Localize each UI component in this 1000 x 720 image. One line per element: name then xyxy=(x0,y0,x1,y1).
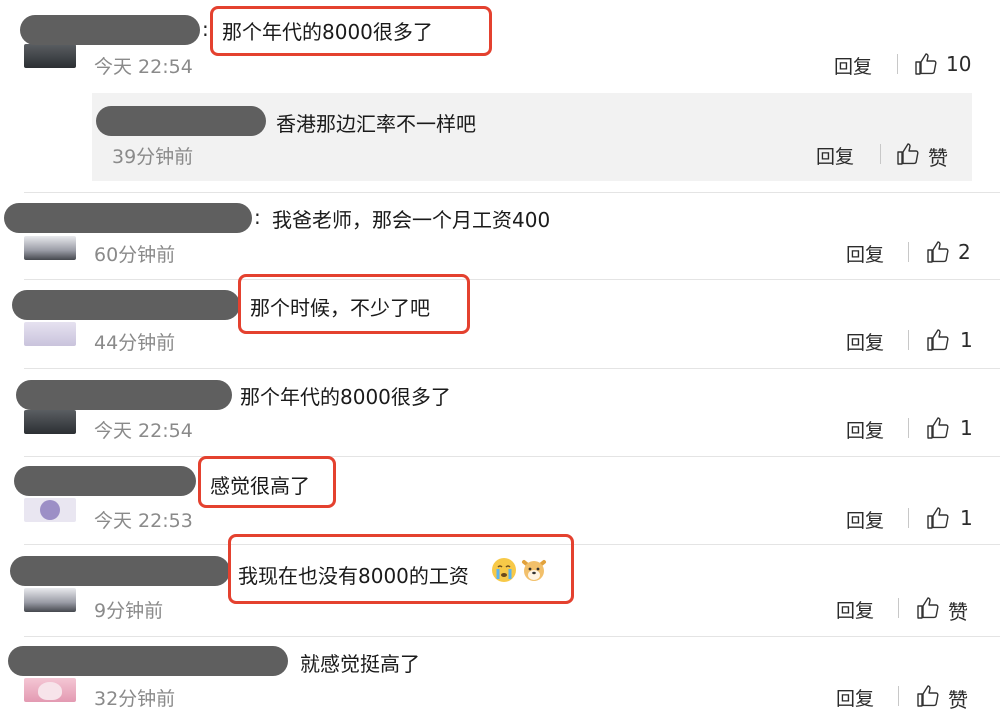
reply-button[interactable]: 回复 xyxy=(816,142,854,169)
name-colon: : xyxy=(254,205,261,229)
thumbs-up-icon[interactable] xyxy=(926,506,950,530)
thumbs-up-icon[interactable] xyxy=(926,416,950,440)
avatar[interactable] xyxy=(24,236,76,260)
highlight-box xyxy=(198,456,336,508)
comment-text: 那个年代的8000很多了 xyxy=(240,385,451,409)
highlight-box xyxy=(210,6,492,56)
username-redacted xyxy=(10,556,230,586)
comment-time: 39分钟前 xyxy=(112,146,194,168)
comment-text: 我爸老师，那会一个月工资400 xyxy=(272,208,551,232)
thumbs-up-icon[interactable] xyxy=(926,328,950,352)
username-redacted xyxy=(20,15,200,45)
like-label[interactable]: 赞 xyxy=(928,142,948,171)
reply-button[interactable]: 回复 xyxy=(834,52,872,79)
comment-time: 今天 22:53 xyxy=(94,510,193,532)
username-redacted xyxy=(4,203,252,233)
thumbs-up-icon[interactable] xyxy=(916,596,940,620)
avatar[interactable] xyxy=(24,410,76,434)
like-label[interactable]: 赞 xyxy=(948,596,968,625)
comment-time: 60分钟前 xyxy=(94,244,176,266)
username-redacted xyxy=(96,106,266,136)
reply-button[interactable]: 回复 xyxy=(836,684,874,711)
comment-text: 香港那边汇率不一样吧 xyxy=(276,112,476,136)
avatar[interactable] xyxy=(24,498,76,522)
comment-time: 44分钟前 xyxy=(94,332,176,354)
reply-button[interactable]: 回复 xyxy=(846,416,884,443)
like-count[interactable]: 1 xyxy=(960,416,973,440)
separator xyxy=(908,508,909,528)
reply-button[interactable]: 回复 xyxy=(846,240,884,267)
username-redacted xyxy=(16,380,232,410)
separator xyxy=(898,686,899,706)
highlight-box xyxy=(228,534,574,604)
divider xyxy=(24,368,1000,369)
like-count[interactable]: 10 xyxy=(946,52,971,76)
thumbs-up-icon[interactable] xyxy=(914,52,938,76)
comment-time: 今天 22:54 xyxy=(94,420,193,442)
divider xyxy=(24,279,1000,280)
reply-button[interactable]: 回复 xyxy=(846,328,884,355)
separator xyxy=(908,242,909,262)
thumbs-up-icon[interactable] xyxy=(916,684,940,708)
divider xyxy=(24,636,1000,637)
divider xyxy=(24,192,1000,193)
username-redacted xyxy=(12,290,240,320)
like-count[interactable]: 1 xyxy=(960,328,973,352)
separator xyxy=(898,598,899,618)
comment-text: 就感觉挺高了 xyxy=(300,652,420,676)
avatar[interactable] xyxy=(24,322,76,346)
separator xyxy=(897,54,898,74)
reply-button[interactable]: 回复 xyxy=(846,506,884,533)
username-redacted xyxy=(8,646,288,676)
name-colon: : xyxy=(202,17,209,41)
comment-time: 今天 22:54 xyxy=(94,56,193,78)
separator xyxy=(908,418,909,438)
like-count[interactable]: 2 xyxy=(958,240,971,264)
like-count[interactable]: 1 xyxy=(960,506,973,530)
avatar[interactable] xyxy=(24,588,76,612)
thumbs-up-icon[interactable] xyxy=(896,142,920,166)
separator xyxy=(908,330,909,350)
comment-time: 32分钟前 xyxy=(94,688,176,710)
thumbs-up-icon[interactable] xyxy=(926,240,950,264)
divider xyxy=(24,456,1000,457)
reply-button[interactable]: 回复 xyxy=(836,596,874,623)
separator xyxy=(880,144,881,164)
avatar[interactable] xyxy=(24,44,76,68)
highlight-box xyxy=(238,274,470,334)
comment-time: 9分钟前 xyxy=(94,600,164,622)
avatar[interactable] xyxy=(24,678,76,702)
like-label[interactable]: 赞 xyxy=(948,684,968,713)
username-redacted xyxy=(14,466,196,496)
